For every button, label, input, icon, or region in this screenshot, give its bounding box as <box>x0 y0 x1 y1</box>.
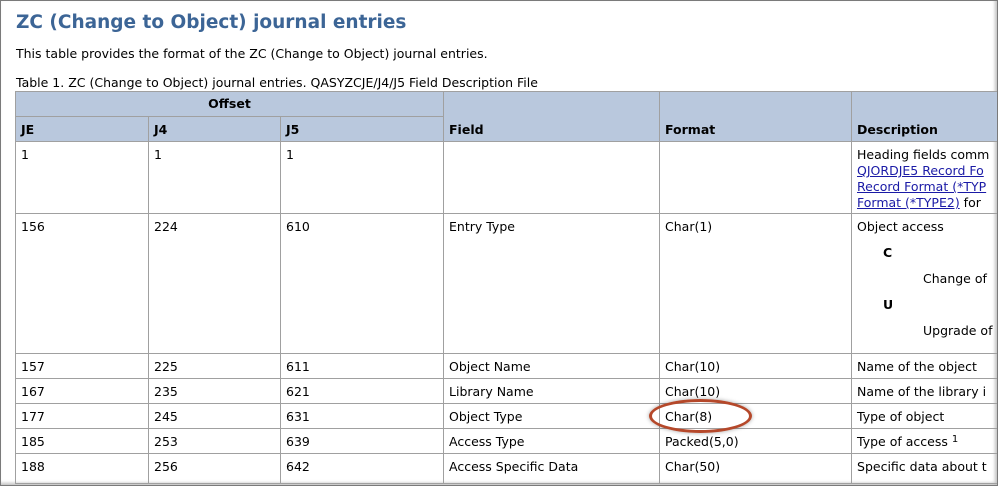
je-cell: 156 <box>15 213 149 354</box>
field-cell: Access Type <box>443 428 661 454</box>
description-cell: Object access C Change of U Upgrade of <box>851 213 997 354</box>
j5-cell: 1 <box>279 141 445 214</box>
je-cell: 177 <box>15 403 149 429</box>
format-cell: Char(10) <box>659 353 853 379</box>
format-cell: Packed(5,0) <box>659 428 853 454</box>
j5-cell: 631 <box>279 403 445 429</box>
field-cell: Access Specific Data <box>443 453 661 484</box>
description-cell: Type of access 1 <box>851 428 997 454</box>
field-header: Field <box>443 91 661 142</box>
j5-cell: 611 <box>279 353 445 379</box>
j5-cell: 642 <box>279 453 445 484</box>
format-header: Format <box>659 91 853 142</box>
header-row-offset: Offset Field Format Description <box>14 91 997 142</box>
format-cell <box>659 141 853 214</box>
page-title: ZC (Change to Object) journal entries <box>16 12 407 33</box>
format-cell: Char(50) <box>659 453 853 484</box>
je-header: JE <box>15 116 149 142</box>
j4-cell: 224 <box>148 213 281 354</box>
j5-cell: 621 <box>279 378 445 404</box>
value-description: Upgrade of <box>923 323 993 338</box>
description-suffix: for <box>959 195 981 210</box>
je-cell: 185 <box>15 428 149 454</box>
j4-cell: 253 <box>148 428 281 454</box>
description-text: Type of access <box>857 434 948 449</box>
description-cell: Specific data about t <box>851 453 997 484</box>
table-row: 188 256 642 Access Specific Data Char(50… <box>15 453 997 484</box>
table-row: 156 224 610 Entry Type Char(1) Object ac… <box>15 213 997 354</box>
je-cell: 157 <box>15 353 149 379</box>
offset-header: Offset <box>14 91 445 117</box>
description-header: Description <box>851 91 997 142</box>
je-cell: 188 <box>15 453 149 484</box>
j4-cell: 245 <box>148 403 281 429</box>
footnote-marker[interactable]: 1 <box>952 434 958 445</box>
field-description-table: Offset Field Format Description JE J4 J5… <box>14 91 997 484</box>
j5-header: J5 <box>279 116 445 142</box>
field-cell: Entry Type <box>443 213 661 354</box>
description-cell: Name of the object <box>851 353 997 379</box>
document-frame: ZC (Change to Object) journal entries Th… <box>0 0 998 486</box>
description-cell: Name of the library i <box>851 378 997 404</box>
format-cell: Char(1) <box>659 213 853 354</box>
field-cell: Library Name <box>443 378 661 404</box>
record-format-link-2[interactable]: Record Format (*TYP <box>857 179 986 194</box>
table-row: 185 253 639 Access Type Packed(5,0) Type… <box>15 428 997 454</box>
format-cell: Char(10) <box>659 378 853 404</box>
j5-cell: 639 <box>279 428 445 454</box>
field-cell: Object Name <box>443 353 661 379</box>
j4-cell: 225 <box>148 353 281 379</box>
j4-cell: 1 <box>148 141 281 214</box>
description-text: Object access <box>857 219 944 234</box>
table-caption: Table 1. ZC (Change to Object) journal e… <box>16 75 538 90</box>
je-cell: 1 <box>15 141 149 214</box>
intro-text: This table provides the format of the ZC… <box>16 46 488 61</box>
description-cell: Heading fields comm QJORDJE5 Record Fo R… <box>851 141 997 214</box>
j4-header: J4 <box>148 116 281 142</box>
table-row: 167 235 621 Library Name Char(10) Name o… <box>15 378 997 404</box>
field-cell: Object Type <box>443 403 661 429</box>
table-row: 1 1 1 Heading fields comm QJORDJE5 Recor… <box>15 141 997 214</box>
record-format-link-3[interactable]: Format (*TYPE2) <box>857 195 960 210</box>
table-row: 177 245 631 Object Type Char(8) Type of … <box>15 403 997 429</box>
table-row: 157 225 611 Object Name Char(10) Name of… <box>15 353 997 379</box>
value-code: C <box>883 245 893 260</box>
format-cell-highlighted: Char(8) <box>659 403 853 429</box>
je-cell: 167 <box>15 378 149 404</box>
description-text: Heading fields comm <box>857 147 990 162</box>
record-format-link-1[interactable]: QJORDJE5 Record Fo <box>857 163 984 178</box>
value-description: Change of <box>923 271 987 286</box>
j4-cell: 256 <box>148 453 281 484</box>
j5-cell: 610 <box>279 213 445 354</box>
value-code: U <box>883 297 894 312</box>
j4-cell: 235 <box>148 378 281 404</box>
field-cell <box>443 141 661 214</box>
description-cell: Type of object <box>851 403 997 429</box>
